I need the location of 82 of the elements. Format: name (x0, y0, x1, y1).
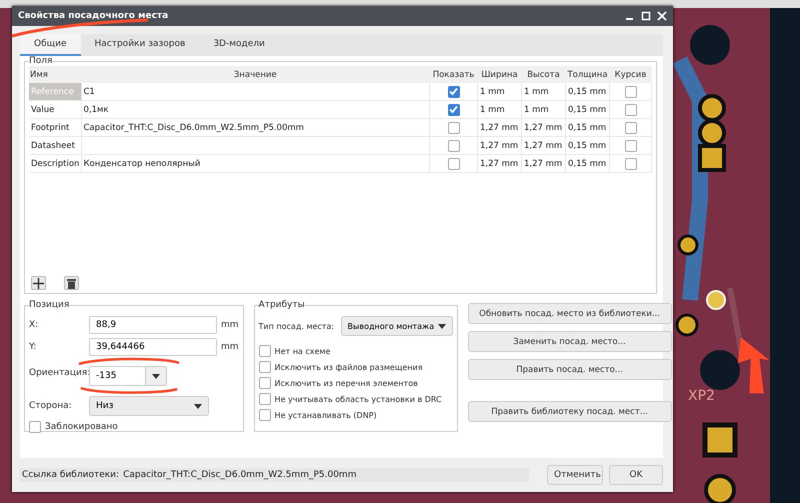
row-header[interactable]: Value (29, 100, 81, 118)
action-button[interactable]: Править посад. место... (468, 359, 672, 380)
maximize-icon[interactable] (641, 11, 651, 21)
table-cell: 1 mm (522, 83, 566, 100)
checkbox[interactable] (448, 140, 460, 152)
table-cell: Конденсатор неполярный (81, 154, 430, 172)
tab[interactable]: 3D-модели (199, 34, 279, 56)
add-button[interactable] (31, 276, 46, 290)
dialog-button[interactable]: Отменить (547, 465, 603, 485)
option-checkbox[interactable]: Не учитывать область установки в DRC (258, 392, 453, 406)
table-cell: 1,27 mm (522, 154, 566, 172)
close-icon[interactable] (657, 11, 667, 21)
table-cell: 1,27 mm (522, 136, 566, 154)
field-label: Сторона: (29, 401, 73, 411)
lock-checkbox[interactable]: Заблокировано (29, 421, 239, 433)
window-title: Свойства посадочного места (18, 11, 168, 21)
column-header: Толщина (566, 66, 610, 83)
group-title: Атрибуты (258, 300, 305, 310)
input-field[interactable]: 39,644466 (89, 338, 217, 356)
table-cell: 1,27 mm (478, 136, 522, 154)
caret-icon (438, 324, 446, 328)
table-cell: 1 mm (522, 100, 566, 118)
tab[interactable]: Общие (20, 34, 80, 56)
column-header: Показать (430, 66, 478, 83)
column-header: Высота (522, 66, 566, 83)
silkscreen-label: XP2 (688, 388, 715, 404)
group-title: Поля (29, 56, 52, 66)
table-cell: 0,15 mm (566, 136, 610, 154)
table-cell: 1,27 mm (478, 154, 522, 172)
field-label: Тип посад. места: (258, 322, 336, 330)
table-cell: 0,1мк (81, 100, 430, 118)
unit-label: mm (221, 342, 239, 352)
table-cell: 0,15 mm (566, 100, 610, 118)
input-field[interactable]: 88,9 (89, 316, 217, 334)
option-checkbox[interactable]: Исключить из перечня элементов (258, 376, 453, 390)
field-label: Y: (29, 342, 38, 352)
checkbox[interactable] (448, 158, 460, 170)
column-header: Курсив (610, 66, 652, 83)
plus-icon (33, 278, 44, 288)
table-cell: Capacitor_THT:C_Disc_D6.0mm_W2.5mm_P5.00mm (81, 118, 430, 136)
trash-icon (67, 278, 76, 288)
table-cell: 0,15 mm (566, 118, 610, 136)
row-header[interactable]: Description (29, 154, 81, 172)
table-cell: 0,15 mm (566, 154, 610, 172)
row-header[interactable]: Footprint (29, 118, 81, 136)
checkbox[interactable] (624, 86, 636, 98)
orientation-combo[interactable]: -135 (89, 366, 167, 386)
unit-label: mm (221, 320, 239, 330)
delete-button[interactable] (64, 276, 79, 290)
table-cell: 1,27 mm (478, 118, 522, 136)
checkbox[interactable] (448, 122, 460, 134)
column-header: Ширина (478, 66, 522, 83)
checkbox[interactable] (624, 140, 636, 152)
action-button[interactable]: Обновить посад. место из библиотеки... (468, 303, 672, 324)
action-button[interactable]: Править библиотеку посад. мест... (468, 401, 672, 422)
action-button[interactable]: Заменить посад. место... (468, 331, 672, 352)
field-label: Ориентация: (29, 368, 89, 378)
tab[interactable]: Настройки зазоров (80, 34, 200, 56)
table-cell: 1,27 mm (522, 118, 566, 136)
table-cell: C1 (81, 83, 430, 100)
row-header[interactable]: Datasheet (29, 136, 81, 154)
option-checkbox[interactable]: Исключить из файлов размещения (258, 360, 453, 374)
table-cell: 0,15 mm (566, 83, 610, 100)
side-dropdown[interactable]: Низ (89, 396, 209, 416)
option-checkbox[interactable]: Нет на схеме (258, 344, 453, 358)
checkbox[interactable] (624, 158, 636, 170)
checkbox[interactable] (624, 122, 636, 134)
table-cell: 1 mm (478, 100, 522, 118)
table-cell: 1 mm (478, 83, 522, 100)
checkbox[interactable] (448, 86, 460, 98)
checkbox[interactable] (448, 104, 460, 116)
group-title: Позиция (29, 300, 70, 310)
checkbox[interactable] (624, 104, 636, 116)
type-dropdown[interactable]: Выводного монтажа (340, 316, 453, 336)
dialog-button[interactable]: OK (609, 465, 663, 485)
field-label: Ссылка библиотеки: (22, 470, 120, 480)
caret-icon (194, 404, 202, 408)
column-header: Имя (29, 66, 81, 83)
option-checkbox[interactable]: Не устанавливать (DNP) (258, 408, 453, 422)
column-header: Значение (81, 66, 430, 83)
field-label: X: (29, 320, 40, 330)
caret-icon (152, 374, 160, 378)
